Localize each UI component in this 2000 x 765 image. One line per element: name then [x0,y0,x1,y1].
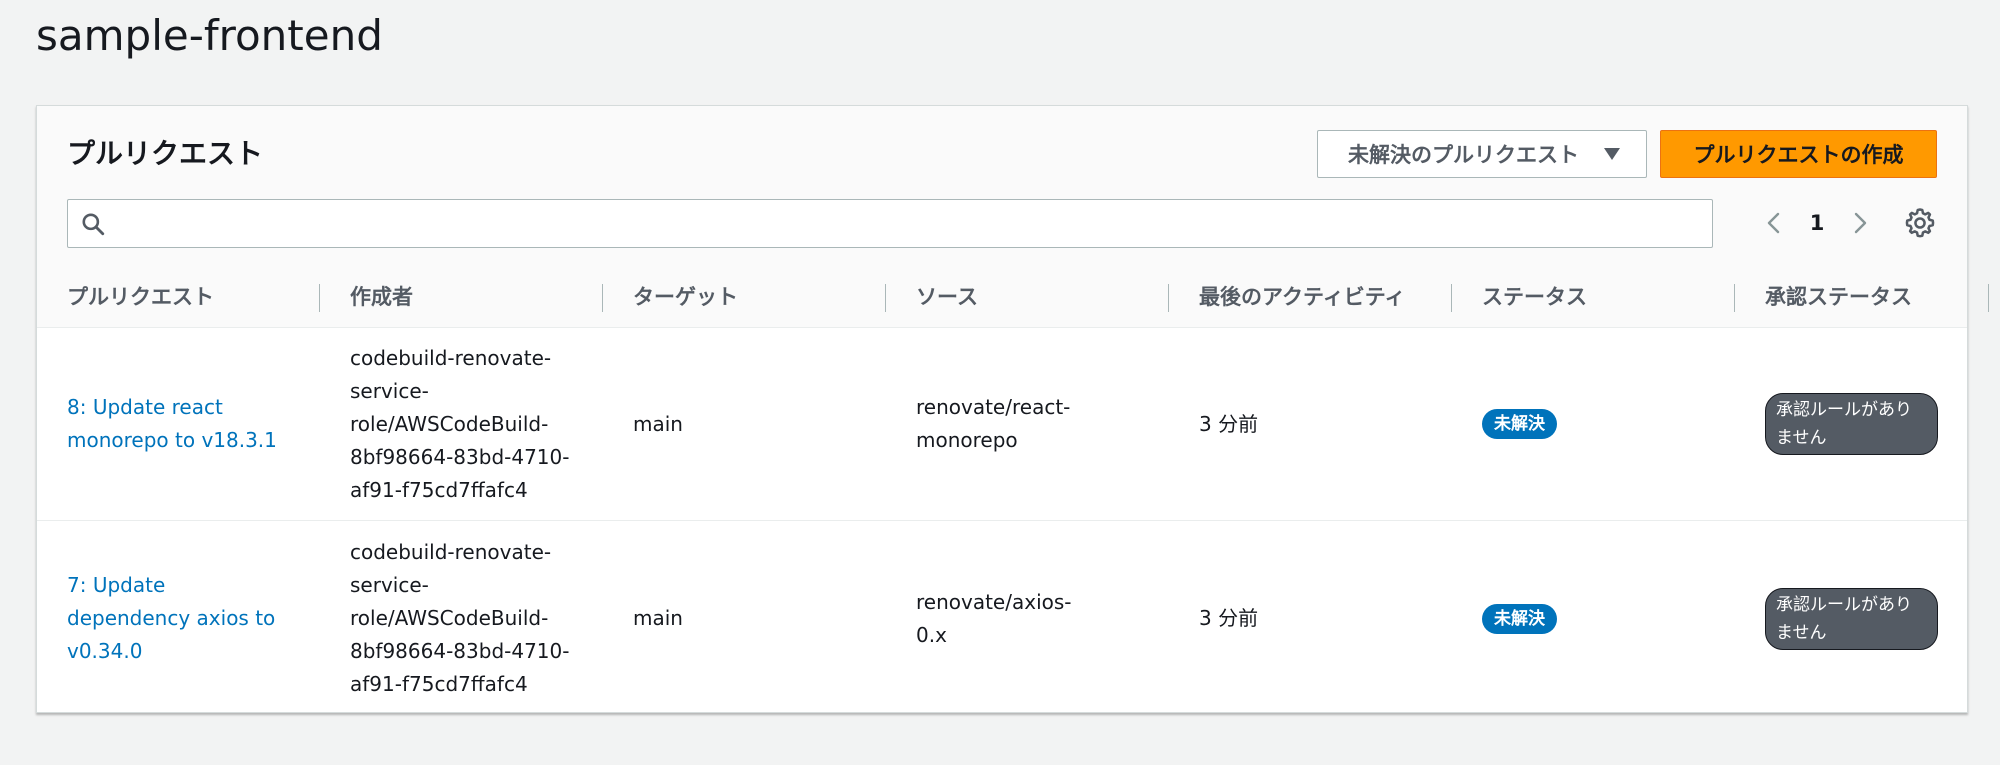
source-text: renovate/react-monorepo [916,395,1071,452]
column-header-target[interactable]: ターゲット [603,268,886,326]
search-icon [82,213,105,236]
pull-request-filter-select[interactable]: 未解決のプルリクエスト [1317,130,1647,178]
cell-approval-status: 承認ルールがありません [1735,328,1975,520]
approval-status-badge: 承認ルールがありません [1765,393,1938,455]
table-header: プルリクエスト 作成者 ターゲット ソース 最後のアクティビティ ステータス 承… [37,268,1989,328]
cell-last-activity: 3 分前 [1169,522,1429,715]
last-activity-text: 3 分前 [1199,606,1259,630]
create-pull-request-button[interactable]: プルリクエストの作成 [1660,130,1937,178]
column-header-source[interactable]: ソース [886,268,1169,326]
panel-title: プルリクエスト [67,137,264,170]
cell-author: codebuild-renovate-service-role/AWSCodeB… [320,328,582,520]
caret-down-icon [1604,148,1620,160]
column-divider [1988,284,1989,312]
column-header-status[interactable]: ステータス [1452,268,1735,326]
cell-target: main [603,328,863,520]
table-row: 8: Update react monorepo to v18.3.1 code… [37,328,1967,521]
table-row: 7: Update dependency axios to v0.34.0 co… [37,522,1967,715]
column-header-author[interactable]: 作成者 [320,268,603,326]
cell-status: 未解決 [1452,328,1712,520]
cell-approval-status: 承認ルールがありません [1735,522,1975,715]
column-header-label: プルリクエスト [67,285,214,309]
status-badge: 未解決 [1482,603,1557,634]
pull-requests-panel: プルリクエスト 未解決のプルリクエスト プルリクエストの作成 1 プルリクエスト… [36,105,1989,715]
gear-icon[interactable] [1903,206,1937,240]
approval-status-badge: 承認ルールがありません [1765,587,1938,650]
cell-source: renovate/react-monorepo [886,328,1096,520]
column-header-pull-request[interactable]: プルリクエスト [37,268,320,326]
column-header-approval-status[interactable]: 承認ステータス [1735,268,1989,326]
target-text: main [633,606,683,630]
pull-request-link[interactable]: 7: Update dependency axios to v0.34.0 [67,569,287,668]
column-header-label: ステータス [1482,285,1587,309]
cell-status: 未解決 [1452,522,1712,715]
filter-select-label: 未解決のプルリクエスト [1348,143,1579,167]
cell-last-activity: 3 分前 [1169,328,1429,520]
cell-pull-request: 7: Update dependency axios to v0.34.0 [37,522,287,715]
column-header-label: 承認ステータス [1765,285,1912,309]
cell-author: codebuild-renovate-service-role/AWSCodeB… [320,522,582,715]
last-activity-text: 3 分前 [1199,411,1259,436]
column-header-label: ソース [916,285,978,309]
panel-header: プルリクエスト 未解決のプルリクエスト プルリクエストの作成 1 [37,106,1967,269]
column-header-label: ターゲット [633,285,738,309]
chevron-right-icon[interactable] [1845,208,1875,238]
pagination-current-page[interactable]: 1 [1802,206,1832,240]
column-header-label: 作成者 [350,285,413,309]
search-field[interactable] [67,199,1713,248]
cell-target: main [603,522,863,715]
page-title: sample-frontend [36,11,383,60]
source-text: renovate/axios-0.x [916,589,1072,647]
target-text: main [633,411,683,436]
cell-source: renovate/axios-0.x [886,522,1096,715]
cell-pull-request: 8: Update react monorepo to v18.3.1 [37,328,287,520]
column-header-label: 最後のアクティビティ [1199,285,1406,309]
pull-request-link[interactable]: 8: Update react monorepo to v18.3.1 [67,391,287,457]
column-header-last-activity[interactable]: 最後のアクティビティ [1169,268,1452,326]
author-text: codebuild-renovate-service-role/AWSCodeB… [350,540,570,696]
chevron-left-icon[interactable] [1759,208,1789,238]
author-text: codebuild-renovate-service-role/AWSCodeB… [350,345,570,502]
search-input[interactable] [116,204,1700,244]
status-badge: 未解決 [1482,409,1557,439]
